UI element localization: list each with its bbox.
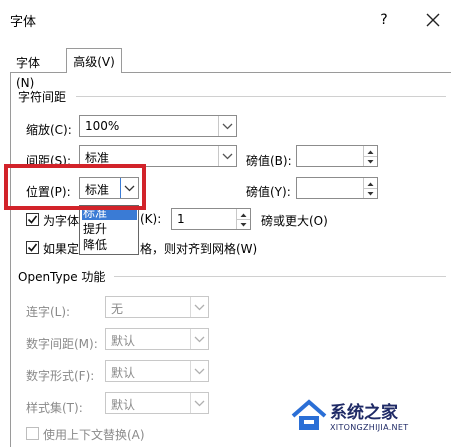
stylistic-set-label: 样式集(T): — [26, 401, 83, 415]
num-forms-value: 默认 — [111, 366, 136, 380]
spin-down-icon[interactable] — [237, 219, 250, 229]
contextual-alternates-label: 使用上下文替换(A) — [43, 428, 145, 442]
chevron-down-icon[interactable] — [218, 146, 236, 166]
kerning-label: 为字体 — [43, 214, 80, 228]
kerning-checkbox[interactable] — [26, 213, 39, 226]
tab-font[interactable]: 字体(N) — [10, 53, 64, 90]
position-dropdown-list: 标准 提升 降低 — [79, 205, 139, 255]
title-bar: 字体 ? — [0, 0, 451, 40]
chevron-down-icon[interactable] — [190, 329, 208, 349]
kerning-suffix: 磅或更大(O) — [261, 214, 328, 228]
ligatures-label: 连字(L): — [26, 305, 71, 319]
position-option-raise[interactable]: 提升 — [82, 222, 137, 236]
annotation-highlight-box — [4, 164, 146, 210]
scale-label: 缩放(C): — [26, 123, 72, 137]
opentype-rule — [114, 276, 446, 277]
ligatures-value: 无 — [111, 302, 124, 316]
help-button[interactable]: ? — [373, 9, 395, 31]
num-forms-combo[interactable]: 默认 — [105, 360, 209, 382]
font-dialog: 字体 ? 字体(N) 高级(V) 字符间距 缩放(C): 100% 间距(S):… — [0, 0, 451, 447]
position-by-spinner[interactable] — [296, 177, 378, 199]
spin-down-icon[interactable] — [364, 188, 377, 198]
stylistic-set-combo[interactable]: 默认 — [105, 392, 209, 414]
spinner-buttons — [363, 178, 377, 198]
dialog-title: 字体 — [10, 15, 37, 30]
char-spacing-section-title: 字符间距 — [18, 90, 67, 104]
scale-combo[interactable]: 100% — [79, 115, 237, 137]
spacing-by-label: 磅值(B): — [246, 154, 292, 168]
chevron-down-icon[interactable] — [190, 297, 208, 317]
char-spacing-rule — [76, 96, 446, 97]
house-logo-icon — [291, 399, 327, 430]
chevron-down-icon[interactable] — [190, 361, 208, 381]
num-forms-label: 数字形式(F): — [26, 369, 95, 383]
ligatures-combo[interactable]: 无 — [105, 296, 209, 318]
scale-value: 100% — [85, 119, 120, 133]
snap-grid-label-rest: 格，则对齐到网格(W) — [140, 242, 258, 256]
close-icon[interactable] — [420, 7, 446, 33]
spinner-buttons — [363, 146, 377, 166]
num-spacing-combo[interactable]: 默认 — [105, 328, 209, 350]
position-by-label: 磅值(Y): — [246, 185, 291, 199]
watermark-text: 系统之家 — [330, 403, 398, 423]
stylistic-set-value: 默认 — [111, 398, 136, 412]
chevron-down-icon[interactable] — [218, 116, 236, 136]
kerning-spinner[interactable]: 1 — [171, 208, 251, 230]
position-option-lower[interactable]: 降低 — [82, 238, 137, 252]
opentype-section-title: OpenType 功能 — [18, 270, 106, 284]
watermark-url: XITONGZHIJIA.NET — [330, 423, 409, 432]
num-spacing-value: 默认 — [111, 334, 136, 348]
chevron-down-icon[interactable] — [190, 393, 208, 413]
spin-down-icon[interactable] — [364, 156, 377, 166]
snap-grid-label: 如果定 — [43, 242, 80, 256]
kerning-value: 1 — [177, 212, 185, 226]
spacing-by-spinner[interactable] — [296, 145, 378, 167]
kerning-label-shortcut: (K): — [140, 212, 162, 226]
spinner-buttons — [236, 209, 250, 229]
watermark-logo: 系统之家 XITONGZHIJIA.NET — [290, 394, 446, 442]
tab-advanced[interactable]: 高级(V) — [66, 48, 122, 73]
snap-grid-checkbox[interactable] — [26, 241, 39, 254]
num-spacing-label: 数字间距(M): — [26, 337, 98, 351]
contextual-alternates-checkbox[interactable] — [26, 427, 39, 440]
